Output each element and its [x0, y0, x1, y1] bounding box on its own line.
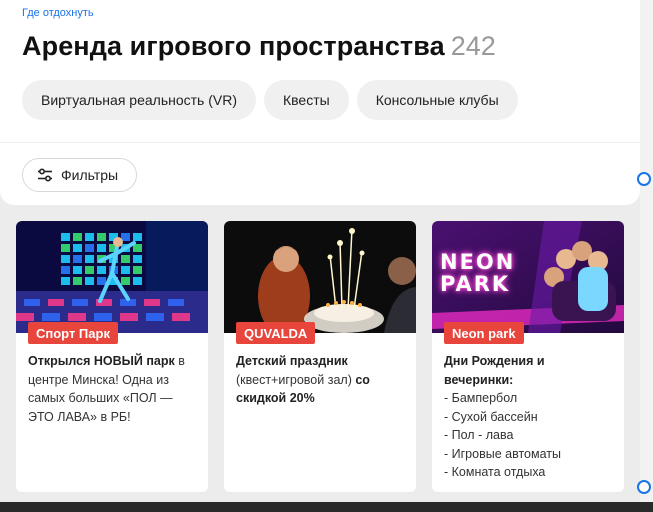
card-desc-bold: Дни Рождения и вечеринки: [444, 354, 545, 387]
map-edge [640, 0, 653, 512]
map-marker-icon[interactable] [637, 480, 651, 494]
promo-card-sport-park[interactable]: Спорт Парк Открылся НОВЫЙ парк в центре … [16, 221, 208, 492]
card-badge-quvalda: QUVALDA [236, 322, 316, 344]
result-count: 242 [450, 31, 496, 61]
card-desc-bold: Детский праздник [236, 354, 348, 368]
chip-console-clubs[interactable]: Консольные клубы [356, 80, 518, 120]
promo-card-neon-park[interactable]: NEON PARK Neon park Дни Рождения и вечер… [432, 221, 624, 492]
card-description-quvalda: Детский праздник (квест+игровой зал) со … [236, 352, 408, 408]
neon-park-logo: NEON PARK [440, 250, 516, 296]
card-badge-neon-park: Neon park [444, 322, 524, 344]
divider [0, 142, 640, 143]
card-image-quvalda [224, 221, 416, 333]
page-title: Аренда игрового пространства [22, 31, 445, 61]
promo-card-quvalda[interactable]: QUVALDA Детский праздник (квест+игровой … [224, 221, 416, 492]
card-image-sport-park [16, 221, 208, 333]
bottom-bar [0, 502, 653, 512]
list-item: - Пол - лава [444, 428, 514, 442]
card-description-sport-park: Открылся НОВЫЙ парк в центре Минска! Одн… [28, 352, 200, 426]
card-desc-text: (квест+игровой зал) [236, 372, 356, 387]
list-item: - Бампербол [444, 391, 518, 405]
chip-quests[interactable]: Квесты [264, 80, 349, 120]
page-title-row: Аренда игрового пространства 242 [22, 31, 496, 62]
card-desc-bold: Открылся НОВЫЙ парк [28, 354, 175, 368]
filters-button[interactable]: Фильтры [22, 158, 138, 192]
list-item: - Игровые автоматы [444, 446, 561, 461]
card-badge-sport-park: Спорт Парк [28, 322, 118, 344]
list-item: - Комната отдыха [444, 465, 546, 479]
card-image-neon-park: NEON PARK [432, 221, 624, 333]
filters-label: Фильтры [61, 167, 119, 183]
sliders-icon [38, 168, 52, 182]
header-panel: Где отдохнуть Аренда игрового пространст… [0, 0, 640, 205]
list-item: - Сухой бассейн [444, 409, 538, 424]
map-marker-icon[interactable] [637, 172, 651, 186]
breadcrumb[interactable]: Где отдохнуть [22, 7, 94, 19]
category-chips: Виртуальная реальность (VR) Квесты Консо… [22, 80, 518, 120]
card-description-neon-park: Дни Рождения и вечеринки: - Бампербол - … [444, 352, 616, 482]
chip-vr[interactable]: Виртуальная реальность (VR) [22, 80, 256, 120]
